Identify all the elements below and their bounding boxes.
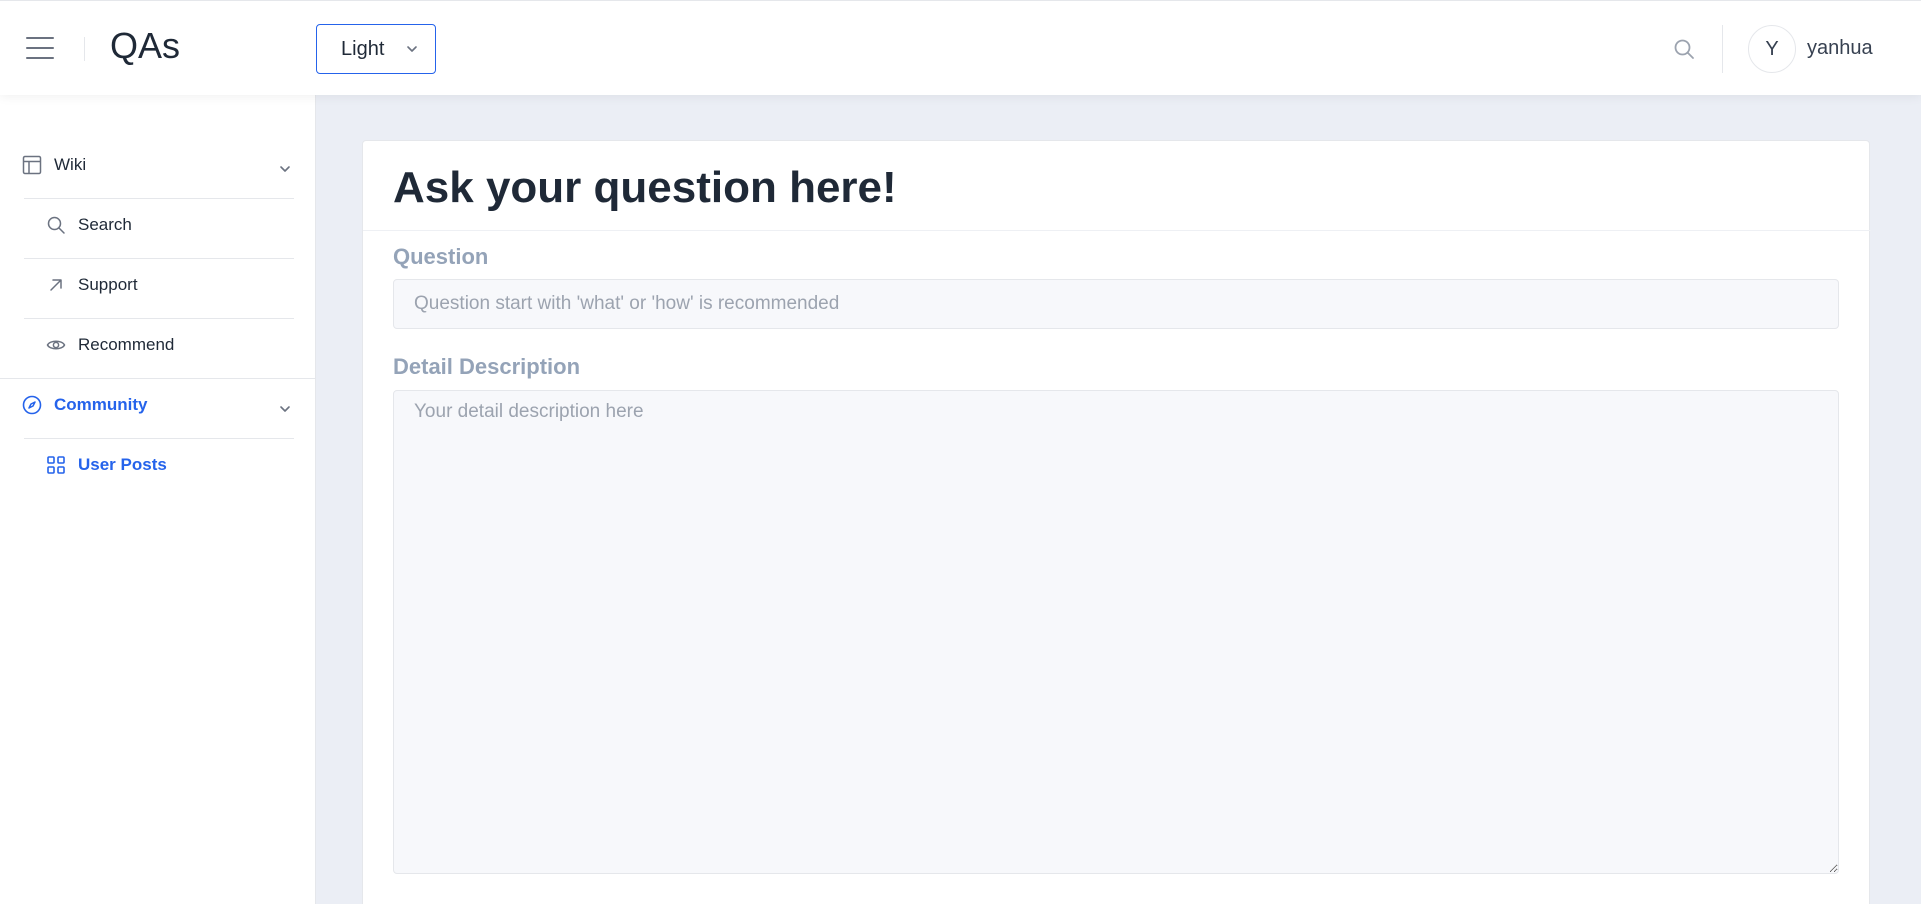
- question-label: Question: [393, 244, 489, 269]
- arrow-up-right-icon: [50, 279, 62, 291]
- search-icon: [47, 216, 65, 234]
- header-divider-right: [1722, 25, 1723, 73]
- app-title: QAs: [110, 25, 181, 66]
- hamburger-menu-icon[interactable]: [26, 37, 54, 59]
- theme-select-value: Light: [341, 37, 385, 60]
- sidebar-item-label: Recommend: [78, 335, 175, 354]
- grid-icon: [47, 456, 65, 474]
- main-content: Ask your question here! Question Detail …: [317, 95, 1921, 904]
- sidebar-group-wiki[interactable]: Wiki: [22, 155, 86, 175]
- chevron-down-icon[interactable]: [278, 162, 292, 176]
- top-bar: QAs Light Y yanhua: [0, 0, 1921, 95]
- description-textarea[interactable]: [393, 390, 1839, 874]
- sidebar: Wiki Search Support Recommend Community: [0, 95, 316, 904]
- theme-select[interactable]: Light: [316, 24, 436, 74]
- sidebar-item-support[interactable]: Support: [46, 275, 138, 295]
- compass-icon: [22, 395, 42, 415]
- layout-icon: [22, 155, 42, 175]
- page-title: Ask your question here!: [393, 163, 897, 212]
- username[interactable]: yanhua: [1807, 37, 1873, 60]
- sidebar-group-label: Wiki: [54, 155, 87, 174]
- sidebar-item-label: Support: [78, 275, 138, 294]
- chevron-down-icon[interactable]: [278, 402, 292, 416]
- search-icon[interactable]: [1672, 37, 1696, 61]
- ask-question-card: Ask your question here! Question Detail …: [362, 140, 1871, 904]
- description-label: Detail Description: [393, 354, 581, 379]
- sidebar-item-search[interactable]: Search: [46, 215, 132, 235]
- sidebar-divider: [24, 318, 294, 319]
- sidebar-group-community[interactable]: Community: [22, 395, 148, 415]
- sidebar-item-label: Search: [78, 215, 132, 234]
- header-divider: [84, 37, 85, 61]
- sidebar-item-label: User Posts: [78, 455, 167, 474]
- eye-icon: [46, 340, 66, 350]
- sidebar-divider: [24, 198, 294, 199]
- sidebar-item-recommend[interactable]: Recommend: [46, 335, 174, 355]
- sidebar-item-user-posts[interactable]: User Posts: [46, 455, 167, 475]
- sidebar-group-label: Community: [54, 395, 148, 414]
- sidebar-divider: [24, 258, 294, 259]
- avatar[interactable]: Y: [1748, 25, 1796, 73]
- chevron-down-icon: [407, 46, 417, 52]
- sidebar-divider: [0, 378, 316, 379]
- sidebar-divider: [24, 438, 294, 439]
- card-divider: [363, 230, 1871, 231]
- question-input[interactable]: [393, 279, 1839, 329]
